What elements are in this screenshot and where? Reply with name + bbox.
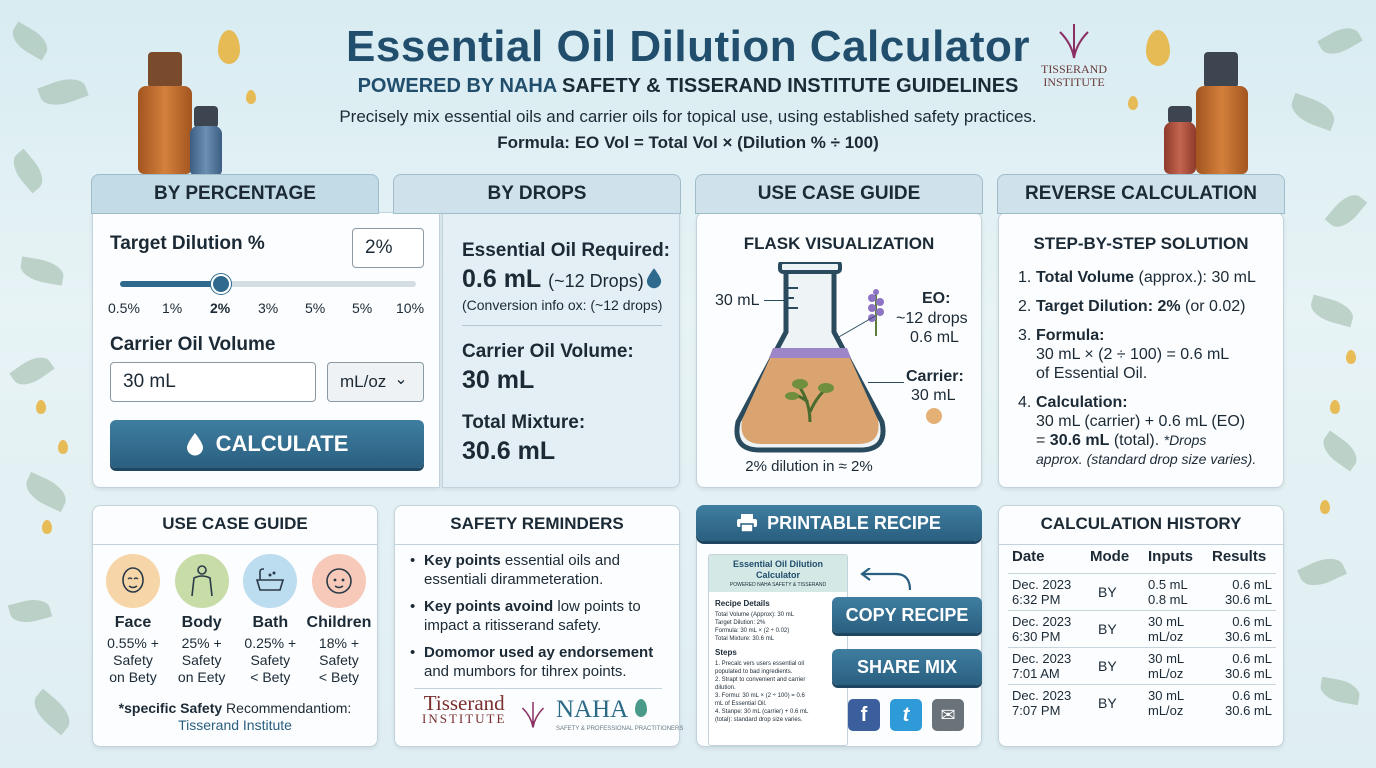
target-dilution-input[interactable]: 2% [352, 228, 424, 268]
table-row[interactable]: Dec. 2023 6:32 PM BY 0.5 mL 0.8 mL 0.6 mL 3… [1008, 573, 1276, 611]
history-table: Date Mode Inputs Results Dec. 2023 6:32 P… [1008, 544, 1276, 721]
flask-heading: FLASK VISUALIZATION [743, 234, 935, 253]
total-mixture-value: 30.6 mL [462, 437, 556, 465]
flask-carrier-ml: 30 mL [911, 387, 956, 404]
slider-tick: 0.5% [108, 300, 140, 316]
droplet-icon [646, 268, 662, 289]
chevron-down-icon: ⌄ [394, 371, 408, 388]
dilution-slider-thumb[interactable] [211, 274, 231, 294]
page-title: Essential Oil Dilution Calculator [346, 22, 1030, 71]
bathtub-icon [243, 554, 298, 608]
reverse-step-4: 4. Calculation: 30 mL (carrier) + 0.6 mL … [1018, 394, 1257, 467]
flask-volume-pointer [764, 300, 784, 301]
reverse-step-3: 3. Formula: 30 mL × (2 ÷ 100) = 0.6 mL of … [1018, 327, 1230, 382]
reverse-steps: 1. Total Volume (approx.): 30 mL 2. Target… [1018, 268, 1280, 469]
use-case-heading: USE CASE GUIDE [92, 505, 378, 545]
target-dilution-label: Target Dilution % [110, 233, 265, 254]
calculate-button[interactable]: CALCULATE [110, 420, 424, 468]
conversion-info: (Conversion info ox: (~12 drops) [462, 297, 663, 313]
lavender-sprig-icon [868, 289, 884, 336]
tisserand-link[interactable]: Tisserand Institute [92, 717, 378, 733]
use-case-bath[interactable]: Bath 0.25% + Safety < Bety [237, 554, 303, 686]
total-mixture-label: Total Mixture: [462, 412, 586, 433]
reverse-heading: STEP-BY-STEP SOLUTION [1033, 234, 1249, 253]
column-header: Inputs [1148, 548, 1193, 565]
share-mix-button[interactable]: SHARE MIX [832, 649, 982, 685]
baby-icon [311, 554, 366, 608]
flask-eo-drops: ~12 drops [896, 310, 968, 327]
oil-drop-icon [926, 408, 942, 424]
naha-logo: NAHA SAFETY & PROFESSIONAL PRACTITIONERS [556, 696, 684, 732]
leaf-icon [634, 699, 647, 717]
table-row[interactable]: Dec. 2023 7:01 AM BY 30 mL mL/oz 0.6 mL 30.… [1008, 647, 1276, 685]
tab-reverse-calculation[interactable]: REVERSE CALCULATION [997, 174, 1285, 214]
carrier-oil-input[interactable]: 30 mL [110, 362, 316, 402]
use-case-grid: Face 0.55% + Safety on Bety Body 25% + Safe… [100, 554, 372, 686]
use-case-face[interactable]: Face 0.55% + Safety on Bety [100, 554, 166, 686]
lavender-logo-icon [1059, 24, 1089, 59]
column-header: Date [1012, 548, 1045, 565]
lavender-logo-icon [521, 702, 545, 728]
flask-carrier-pointer [868, 382, 904, 383]
body-icon [174, 554, 229, 608]
page-formula: Formula: EO Vol = Total Vol × (Dilution … [497, 133, 879, 152]
printable-recipe-button[interactable]: PRINTABLE RECIPE [696, 505, 982, 541]
flask-eo-label: EO: [922, 290, 951, 307]
history-header-row: Date Mode Inputs Results [1008, 544, 1276, 574]
safety-item: • Domomor used ay endorsement and mumbors … [410, 644, 654, 680]
table-row[interactable]: Dec. 2023 7:07 PM BY 30 mL mL/oz 0.6 mL 30.… [1008, 684, 1276, 721]
reverse-step-1: 1. Total Volume (approx.): 30 mL [1018, 269, 1256, 286]
facebook-icon[interactable]: f [848, 699, 880, 731]
page-subtitle: POWERED BY NAHA SAFETY & TISSERAND INSTI… [357, 75, 1019, 97]
slider-tick: 1% [162, 300, 183, 316]
recipe-preview: Essential Oil Dilution Calculator POWERE… [708, 554, 848, 746]
eo-required-value: 0.6 mL (~12 Drops) [462, 265, 644, 293]
use-case-children[interactable]: Children 18% + Safety < Bety [306, 554, 372, 686]
eo-required-label: Essential Oil Required: [462, 240, 670, 261]
carrier-volume-label: Carrier Oil Volume: [462, 341, 634, 362]
arrow-left-icon [860, 568, 912, 591]
flask-carrier-label: Carrier: [906, 368, 964, 385]
face-icon [106, 554, 160, 608]
column-header: Mode [1090, 548, 1130, 565]
safety-heading: SAFETY REMINDERS [394, 505, 680, 545]
use-case-footnote: *specific Safety Recommendantiom: [118, 700, 352, 716]
dilution-slider-fill [120, 281, 220, 287]
safety-item: • Key points avoind low points to impact a… [410, 598, 641, 634]
history-heading: CALCULATION HISTORY [998, 505, 1284, 545]
unit-select[interactable]: mL/oz ⌄ [327, 362, 424, 402]
flask-eo-ml: 0.6 mL [910, 329, 959, 346]
flask-caption: 2% dilution in ≈ 2% [745, 458, 873, 475]
reverse-step-2: 2. Target Dilution: 2% (or 0.02) [1018, 298, 1246, 315]
droplet-icon [186, 433, 203, 456]
table-row[interactable]: Dec. 2023 6:30 PM BY 30 mL mL/oz 0.6 mL 30.… [1008, 610, 1276, 648]
tisserand-logo: TISSERAND INSTITUTE [1034, 20, 1114, 89]
page-description: Precisely mix essential oils and carrier… [339, 107, 1037, 126]
slider-tick: 2% [210, 300, 231, 316]
mail-icon[interactable]: ✉ [932, 699, 964, 731]
slider-tick: 10% [396, 300, 425, 316]
safety-item: • Key points essential oils and essentiali… [410, 552, 620, 588]
carrier-oil-label: Carrier Oil Volume [110, 334, 276, 355]
use-case-body[interactable]: Body 25% + Safety on Eety [169, 554, 235, 686]
tab-by-percentage[interactable]: BY PERCENTAGE [91, 174, 379, 214]
tab-use-case-guide[interactable]: USE CASE GUIDE [695, 174, 983, 214]
safety-divider [414, 688, 662, 689]
twitter-icon[interactable]: t [890, 699, 922, 731]
printer-icon [737, 514, 758, 532]
slider-tick: 5% [305, 300, 326, 316]
tisserand-footer-logo: Tisserand INSTITUTE [422, 691, 507, 727]
copy-recipe-button[interactable]: COPY RECIPE [832, 597, 982, 633]
results-divider [462, 325, 662, 326]
slider-tick: 5% [352, 300, 373, 316]
slider-tick: 3% [258, 300, 279, 316]
flask-volume-label: 30 mL [715, 292, 760, 309]
carrier-volume-value: 30 mL [462, 366, 535, 394]
tab-by-drops[interactable]: BY DROPS [393, 174, 681, 214]
safety-list: • Key points essential oils and essentiali… [410, 551, 672, 681]
column-header: Results [1212, 548, 1267, 565]
